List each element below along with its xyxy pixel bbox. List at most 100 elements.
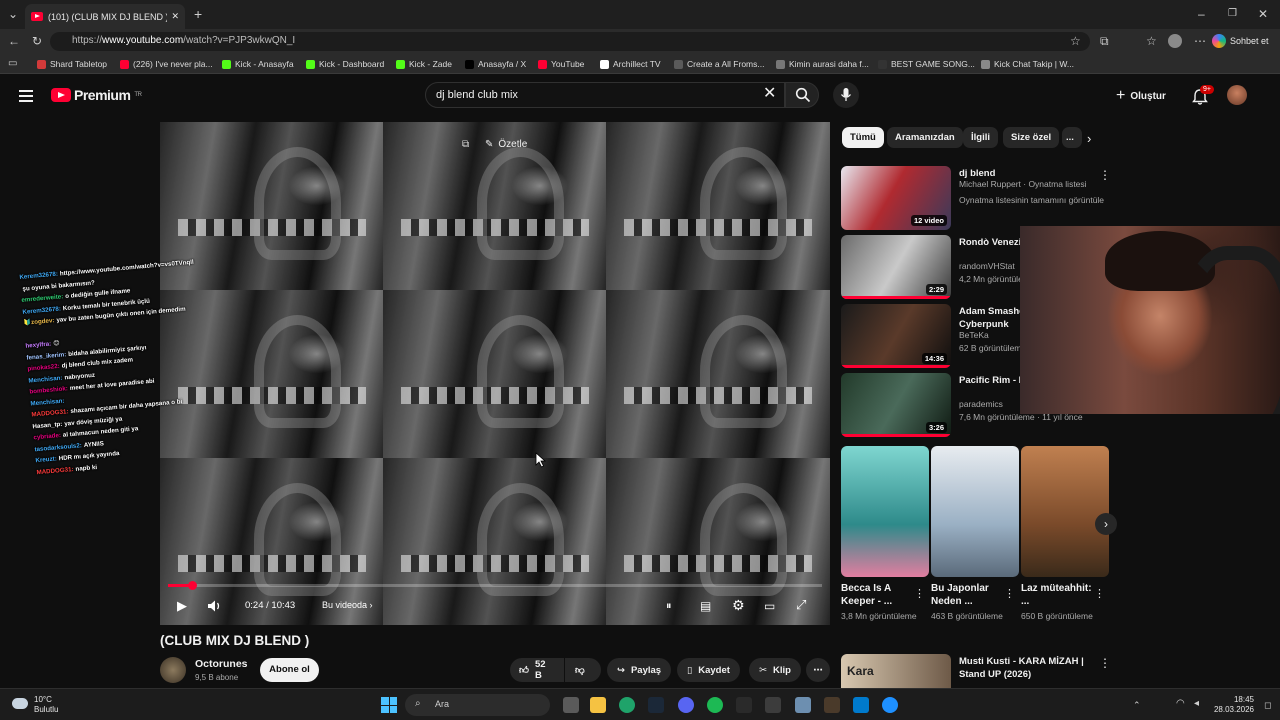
autoplay-toggle-icon[interactable]: ⏸	[666, 599, 672, 613]
tab-close-icon[interactable]: ✕	[171, 11, 179, 22]
bookmark-favicon-icon	[120, 59, 129, 69]
copilot-button[interactable]: Sohbet et	[1212, 31, 1269, 51]
volume-tray-icon[interactable]: ◂	[1194, 698, 1199, 710]
steam-icon[interactable]	[648, 697, 664, 713]
recommendation-item[interactable]: 12 video dj blend Michael Ruppert · Oynatm…	[841, 166, 1111, 230]
bookmark-item[interactable]: BEST GAME SONG...	[878, 59, 975, 69]
voice-search-button[interactable]	[833, 82, 859, 108]
video-player[interactable]	[160, 122, 830, 625]
save-label: Kaydet	[698, 664, 730, 676]
miniplayer-icon[interactable]: ⧉	[462, 139, 469, 150]
subtitles-icon[interactable]: ▤	[700, 599, 711, 613]
youtube-premium-logo[interactable]: Premium TR	[51, 87, 142, 103]
short-item[interactable]: Bu Japonlar Neden ... 463 B görüntüleme ⋮	[931, 446, 1019, 621]
short-item[interactable]: Laz müteahhit: ... 650 B görüntüleme ⋮	[1021, 446, 1109, 621]
favorites-icon[interactable]: ☆	[1146, 35, 1157, 47]
more-actions-button[interactable]: ⋯	[806, 658, 830, 682]
epic-games-icon[interactable]	[736, 697, 752, 713]
search-input[interactable]: dj blend club mix	[425, 82, 785, 108]
close-window-icon[interactable]: ✕	[1258, 8, 1268, 20]
short-menu-icon[interactable]: ⋮	[1094, 587, 1105, 600]
bookmark-item[interactable]: Kick - Dashboard	[306, 59, 384, 69]
filter-chip[interactable]: Aramanızdan	[887, 127, 963, 148]
channel-name[interactable]: Octorunes	[195, 658, 248, 670]
vscode-icon[interactable]	[853, 697, 869, 713]
maximize-icon[interactable]: ❐	[1228, 8, 1237, 20]
bookmark-item[interactable]: YouTube	[538, 59, 584, 69]
weather-widget[interactable]: 10°C Bulutlu	[12, 695, 58, 715]
recommendation-menu-icon[interactable]: ⋮	[1099, 656, 1111, 670]
channel-avatar[interactable]	[160, 657, 186, 683]
play-icon[interactable]: ▶	[177, 599, 187, 613]
tray-overflow-icon[interactable]: ⌃	[1133, 699, 1141, 711]
summarize-button[interactable]: ✎ Özetle	[485, 139, 527, 150]
subscribe-button[interactable]: Abone ol	[260, 658, 319, 682]
taskbar-search[interactable]: ⌕ Ara	[405, 694, 550, 716]
app-icon[interactable]	[765, 697, 781, 713]
favorite-star-icon[interactable]: ☆	[1070, 35, 1081, 47]
recommendation-menu-icon[interactable]: ⋮	[1099, 168, 1111, 182]
windows-start-icon[interactable]	[381, 697, 397, 713]
bookmark-item[interactable]: Kimin aurasi daha f...	[776, 59, 869, 69]
spotify-icon[interactable]	[707, 697, 723, 713]
app-icon[interactable]	[824, 697, 840, 713]
bookmark-item[interactable]: (226) I've never pla...	[120, 59, 213, 69]
settings-app-icon[interactable]	[795, 697, 811, 713]
bookmark-item[interactable]: Anasayfa / X	[465, 59, 526, 69]
file-explorer-icon[interactable]	[590, 697, 606, 713]
wifi-icon[interactable]: ◠	[1176, 698, 1185, 710]
short-item[interactable]: Becca Is A Keeper - ... 3,8 Mn görüntülem…	[841, 446, 929, 621]
shorts-next-icon[interactable]: ›	[1095, 513, 1117, 535]
minimize-icon[interactable]: –	[1198, 8, 1205, 20]
short-menu-icon[interactable]: ⋮	[914, 587, 925, 600]
like-button[interactable]: 👍︎ 52 B	[510, 658, 564, 682]
new-tab-icon[interactable]: +	[194, 7, 202, 21]
recommendation-item[interactable]: Kara Musti Kusti - KARA MİZAH | Stand UP…	[841, 654, 1111, 688]
bookmark-item[interactable]: Create a All Froms...	[674, 59, 764, 69]
app-icon[interactable]	[882, 697, 898, 713]
theater-mode-icon[interactable]: ▭	[764, 599, 775, 613]
chapter-label[interactable]: Bu videoda ›	[322, 600, 373, 610]
extensions-icon[interactable]: ⧉	[1100, 35, 1109, 47]
volume-icon[interactable]	[207, 599, 223, 613]
hamburger-menu-icon[interactable]	[19, 90, 33, 105]
filter-chip[interactable]: ...	[1062, 127, 1082, 148]
more-menu-icon[interactable]: ⋯	[1194, 35, 1206, 47]
fullscreen-icon[interactable]: ⤢	[796, 598, 806, 612]
discord-icon[interactable]	[678, 697, 694, 713]
bookmark-item[interactable]: Kick Chat Takip | W...	[981, 59, 1074, 69]
bookmark-icon: ▯	[687, 664, 693, 676]
bookmark-item[interactable]: Shard Tabletop	[37, 59, 107, 69]
filter-chip[interactable]: Size özel	[1003, 127, 1060, 148]
share-button[interactable]: ↪ Paylaş	[607, 658, 672, 682]
sidebar-toggle-icon[interactable]: ▭	[8, 58, 17, 70]
account-avatar[interactable]	[1227, 85, 1247, 105]
url-field[interactable]: https://www.youtube.com/watch?v=PJP3wkwQ…	[50, 32, 1090, 51]
dislike-button[interactable]: 👎︎	[565, 658, 601, 682]
bookmark-item[interactable]: Kick - Anasayfa	[222, 59, 294, 69]
video-progress-bar[interactable]	[168, 581, 822, 590]
bookmark-item[interactable]: Kick - Zade	[396, 59, 452, 69]
search-button[interactable]	[785, 82, 819, 108]
refresh-icon[interactable]: ↻	[32, 35, 42, 47]
clear-search-icon[interactable]: ✕	[763, 86, 776, 102]
filter-chip[interactable]: İlgili	[963, 127, 998, 148]
profile-icon[interactable]	[1168, 34, 1182, 48]
recommendation-channel: parademics	[959, 399, 1003, 409]
clip-button[interactable]: ✂ Klip	[749, 658, 801, 682]
back-icon[interactable]: ←	[8, 35, 20, 47]
short-menu-icon[interactable]: ⋮	[1004, 587, 1015, 600]
edge-browser-icon[interactable]	[619, 697, 635, 713]
tab-list-icon[interactable]: ⌄	[8, 8, 18, 20]
browser-tab-active[interactable]: (101) (CLUB MIX DJ BLEND ) - You ✕	[25, 4, 185, 29]
save-button[interactable]: ▯ Kaydet	[677, 658, 740, 682]
create-button[interactable]: + Oluştur	[1116, 87, 1166, 105]
thumbs-up-icon: 👍︎	[519, 665, 529, 676]
task-view-icon[interactable]	[563, 697, 579, 713]
taskbar-clock[interactable]: 18:45 28.03.2026	[1208, 695, 1254, 715]
settings-gear-icon[interactable]: ⚙	[732, 598, 745, 612]
filter-chip[interactable]: Tümü	[842, 127, 884, 148]
notification-center-icon[interactable]: ◻	[1264, 699, 1271, 711]
bookmark-item[interactable]: Archillect TV	[600, 59, 661, 69]
chips-next-icon[interactable]: ›	[1087, 131, 1091, 146]
